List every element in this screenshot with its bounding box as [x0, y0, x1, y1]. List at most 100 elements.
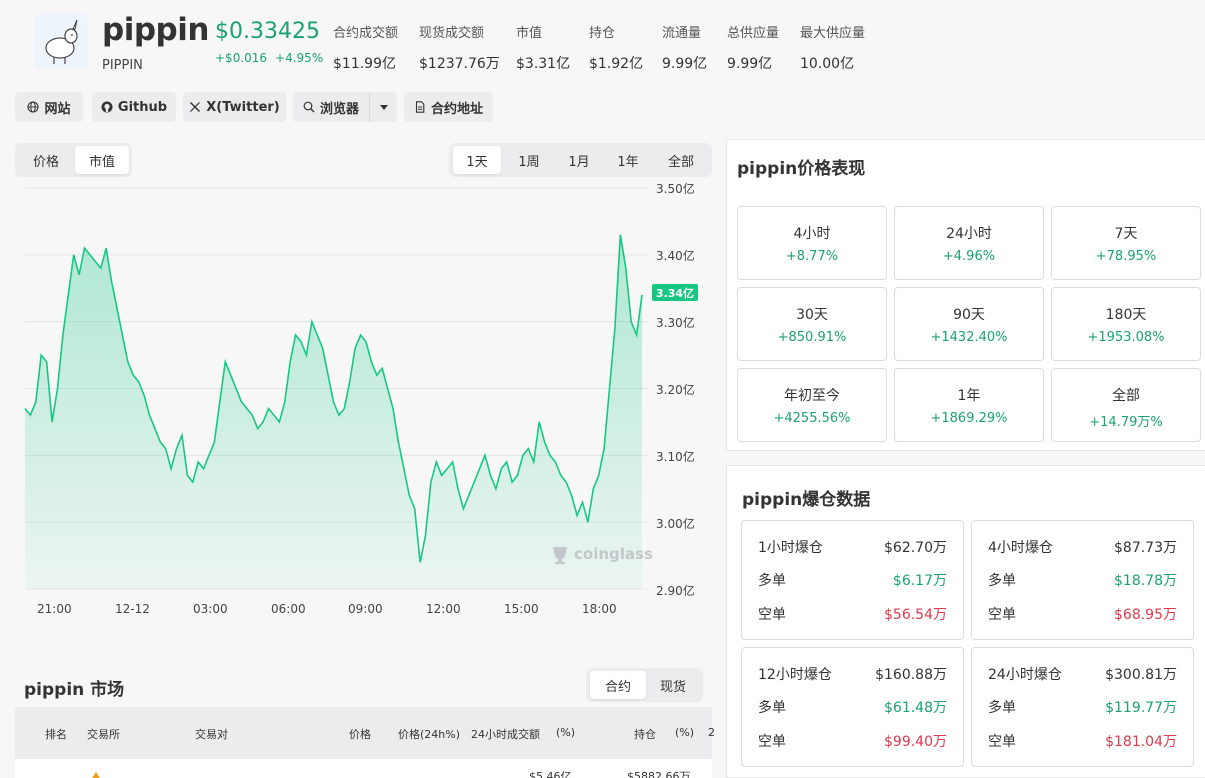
liq-long-value: $6.17万 [892, 573, 947, 589]
range-tabs: 1天 1周 1月 1年 全部 [449, 143, 712, 177]
liq-short-label: 空单 [758, 607, 786, 623]
pippin-unicorn-icon [34, 14, 88, 68]
stat-label: 市值 [516, 26, 543, 41]
chart-area [25, 234, 642, 590]
perf-card: 1年 +1869.29% [894, 368, 1044, 442]
perf-value: +78.95% [1095, 249, 1157, 264]
perf-label: 年初至今 [784, 388, 840, 404]
metric-tabs: 价格 市值 [15, 143, 132, 177]
table-row[interactable]: $5.46亿 $5882.66万 [15, 759, 712, 778]
stat-value: 9.99亿 [662, 56, 708, 72]
y-tick-label: 3.50亿 [656, 182, 695, 196]
perf-label: 全部 [1112, 388, 1140, 404]
col-pair[interactable]: 交易对 [195, 726, 228, 742]
liq-period-label: 24小时爆仓 [988, 667, 1062, 683]
liq-short-value: $68.95万 [1114, 607, 1177, 623]
stat-label: 最大供应量 [800, 26, 866, 41]
stat-label: 现货成交额 [419, 26, 485, 41]
liq-total: $87.73万 [1114, 540, 1177, 556]
perf-label: 4小时 [793, 226, 831, 242]
tab-spot[interactable]: 现货 [646, 671, 700, 699]
stat-open-interest: 持仓 $1.92亿 [589, 22, 643, 73]
tab-range-1w[interactable]: 1周 [505, 146, 553, 174]
liq-short-value: $56.54万 [884, 607, 947, 623]
explorer-button[interactable]: 浏览器 [293, 92, 369, 122]
perf-card: 30天 +850.91% [737, 287, 887, 361]
perf-label: 180天 [1105, 307, 1147, 323]
liquidation-panel: pippin爆仓数据 1小时爆仓 $62.70万 多单 $6.17万 空单 $56.5… [726, 465, 1205, 778]
liquidation-card-12h: 12小时爆仓 $160.88万 多单 $61.48万 空单 $99.40万 [741, 647, 964, 767]
twitter-label: X(Twitter) [206, 99, 280, 115]
website-label: 网站 [44, 101, 71, 117]
perf-card: 90天 +1432.40% [894, 287, 1044, 361]
liquidation-card-1h: 1小时爆仓 $62.70万 多单 $6.17万 空单 $56.54万 [741, 520, 964, 640]
col-rank[interactable]: 排名 [45, 726, 67, 742]
col-oi-pct[interactable]: (%) [675, 726, 694, 739]
tab-range-1y[interactable]: 1年 [604, 146, 652, 174]
current-value-tag: 3.34亿 [652, 284, 698, 301]
col-volume-pct[interactable]: (%) [556, 726, 575, 739]
github-button[interactable]: Github [92, 92, 176, 122]
twitter-button[interactable]: X(Twitter) [183, 92, 286, 122]
price-change: +$0.016 +4.95% [215, 51, 323, 65]
website-button[interactable]: 网站 [15, 92, 83, 122]
x-tick-label: 09:00 [348, 602, 383, 616]
tab-range-all[interactable]: 全部 [655, 146, 707, 174]
perf-card: 年初至今 +4255.56% [737, 368, 887, 442]
col-price[interactable]: 价格 [349, 726, 371, 742]
x-tick-label: 12:00 [426, 602, 461, 616]
liq-long-label: 多单 [758, 700, 786, 716]
col-open-interest[interactable]: 持仓 [634, 726, 656, 742]
perf-label: 1年 [957, 388, 981, 404]
liq-short-value: $99.40万 [884, 734, 947, 750]
watermark-text: coinglass [574, 545, 653, 563]
x-tick-label: 18:00 [582, 602, 617, 616]
stat-spot-volume: 现货成交额 $1237.76万 [419, 22, 500, 73]
explorer-dropdown-button[interactable] [369, 92, 397, 122]
tab-range-1d[interactable]: 1天 [453, 146, 501, 174]
caret-down-icon [379, 104, 388, 110]
col-exchange[interactable]: 交易所 [87, 726, 120, 742]
col-volume[interactable]: 24小时成交额 [471, 726, 540, 742]
github-label: Github [117, 99, 168, 115]
liq-long-value: $18.78万 [1114, 573, 1177, 589]
liquidation-title: pippin爆仓数据 [742, 490, 871, 510]
stat-contract-volume: 合约成交额 $11.99亿 [333, 22, 398, 73]
row-volume: $5.46亿 [529, 770, 572, 778]
liq-long-label: 多单 [988, 573, 1016, 589]
stat-label: 持仓 [589, 26, 616, 41]
market-table-header: 排名 交易所 交易对 价格 价格(24h%) 24小时成交额 (%) 持仓 (%… [15, 707, 715, 759]
tab-futures[interactable]: 合约 [590, 671, 646, 699]
tab-range-1m[interactable]: 1月 [555, 146, 603, 174]
stat-value: $1.92亿 [589, 56, 644, 72]
stat-label: 流通量 [662, 26, 702, 41]
stat-value: $3.31亿 [516, 56, 571, 72]
y-tick-label: 3.00亿 [656, 517, 695, 531]
col-truncated[interactable]: 2 [708, 726, 715, 739]
y-tick-label: 2.90亿 [656, 584, 695, 598]
liq-long-label: 多单 [758, 573, 786, 589]
y-tick-label: 3.30亿 [656, 316, 695, 330]
liq-short-label: 空单 [758, 734, 786, 750]
x-tick-label: 21:00 [37, 602, 72, 616]
exchange-logo-icon [92, 772, 100, 778]
perf-value: +14.79万% [1089, 415, 1163, 430]
stat-label: 合约成交额 [333, 26, 399, 41]
row-open-interest: $5882.66万 [627, 770, 691, 778]
x-tick-label: 03:00 [193, 602, 228, 616]
contract-label: 合约地址 [430, 101, 483, 117]
tab-price[interactable]: 价格 [19, 146, 73, 174]
stat-circulating: 流通量 9.99亿 [662, 22, 707, 73]
github-icon [101, 101, 113, 113]
col-price-change[interactable]: 价格(24h%) [398, 726, 460, 742]
perf-value: +1869.29% [930, 411, 1008, 426]
perf-card: 24小时 +4.96% [894, 206, 1044, 280]
y-tick-label: 3.20亿 [656, 383, 695, 397]
contract-address-button[interactable]: 合约地址 [404, 92, 493, 122]
perf-card: 4小时 +8.77% [737, 206, 887, 280]
x-tick-label: 12-12 [115, 602, 150, 616]
perf-value: +1432.40% [930, 330, 1008, 345]
x-tick-label: 15:00 [504, 602, 539, 616]
tab-market-cap[interactable]: 市值 [75, 146, 129, 174]
explorer-label: 浏览器 [319, 101, 359, 117]
